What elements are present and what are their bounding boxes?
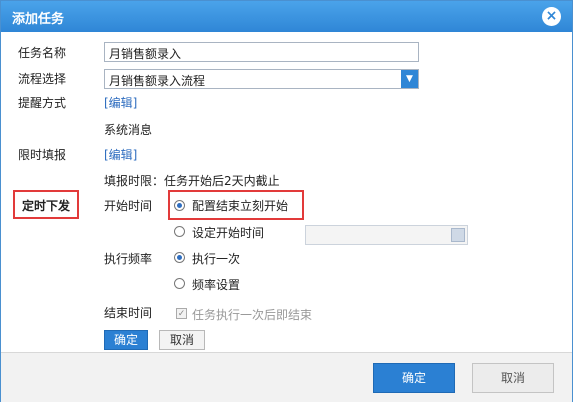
scheduled-section-label: 定时下发 bbox=[22, 199, 71, 213]
calendar-icon[interactable] bbox=[451, 228, 465, 242]
add-task-dialog: 添加任务 × 任务名称 月销售额录入 流程选择 月销售额录入流程 ▼ 提醒方式 … bbox=[0, 0, 573, 402]
close-icon[interactable]: × bbox=[542, 7, 561, 26]
reminder-edit-link[interactable]: [编辑] bbox=[104, 94, 137, 111]
frequency-setting-label: 频率设置 bbox=[192, 278, 241, 292]
schedule-confirm-button[interactable]: 确定 bbox=[104, 330, 148, 350]
cancel-button[interactable]: 取消 bbox=[472, 363, 554, 393]
process-label: 流程选择 bbox=[18, 72, 67, 86]
frequency-label: 执行频率 bbox=[104, 252, 153, 266]
end-after-once-checkbox[interactable]: ✓ bbox=[176, 308, 187, 319]
task-name-input[interactable]: 月销售额录入 bbox=[104, 42, 419, 62]
process-select[interactable]: 月销售额录入流程 ▼ bbox=[104, 69, 419, 89]
dialog-title: 添加任务 bbox=[12, 12, 65, 27]
frequency-once-radio[interactable] bbox=[174, 252, 185, 263]
start-immediate-radio[interactable] bbox=[174, 200, 185, 211]
start-immediate-label: 配置结束立刻开始 bbox=[192, 199, 289, 213]
frequency-once-label: 执行一次 bbox=[192, 252, 241, 266]
end-after-once-label: 任务执行一次后即结束 bbox=[192, 308, 313, 322]
reminder-value: 系统消息 bbox=[104, 123, 153, 137]
dialog-title-bar: 添加任务 × bbox=[1, 1, 572, 32]
start-time-label: 开始时间 bbox=[104, 199, 153, 213]
dialog-footer: 确定 取消 bbox=[1, 352, 572, 402]
start-date-input[interactable] bbox=[305, 225, 468, 245]
task-name-label: 任务名称 bbox=[18, 46, 67, 60]
reminder-label: 提醒方式 bbox=[18, 96, 67, 110]
task-name-value: 月销售额录入 bbox=[109, 47, 182, 61]
dialog-body: 任务名称 月销售额录入 流程选择 月销售额录入流程 ▼ 提醒方式 [编辑] 系统… bbox=[1, 32, 572, 352]
start-custom-radio[interactable] bbox=[174, 226, 185, 237]
end-time-label: 结束时间 bbox=[104, 306, 153, 320]
deadline-summary: 填报时限：任务开始后2天内截止 bbox=[104, 174, 280, 188]
schedule-cancel-button[interactable]: 取消 bbox=[159, 330, 205, 350]
frequency-setting-radio[interactable] bbox=[174, 278, 185, 289]
chevron-down-icon[interactable]: ▼ bbox=[401, 70, 418, 88]
deadline-edit-link[interactable]: [编辑] bbox=[104, 146, 137, 163]
start-custom-label: 设定开始时间 bbox=[192, 226, 265, 240]
ok-button[interactable]: 确定 bbox=[373, 363, 455, 393]
process-selected-value: 月销售额录入流程 bbox=[109, 74, 206, 88]
deadline-label: 限时填报 bbox=[18, 148, 67, 162]
